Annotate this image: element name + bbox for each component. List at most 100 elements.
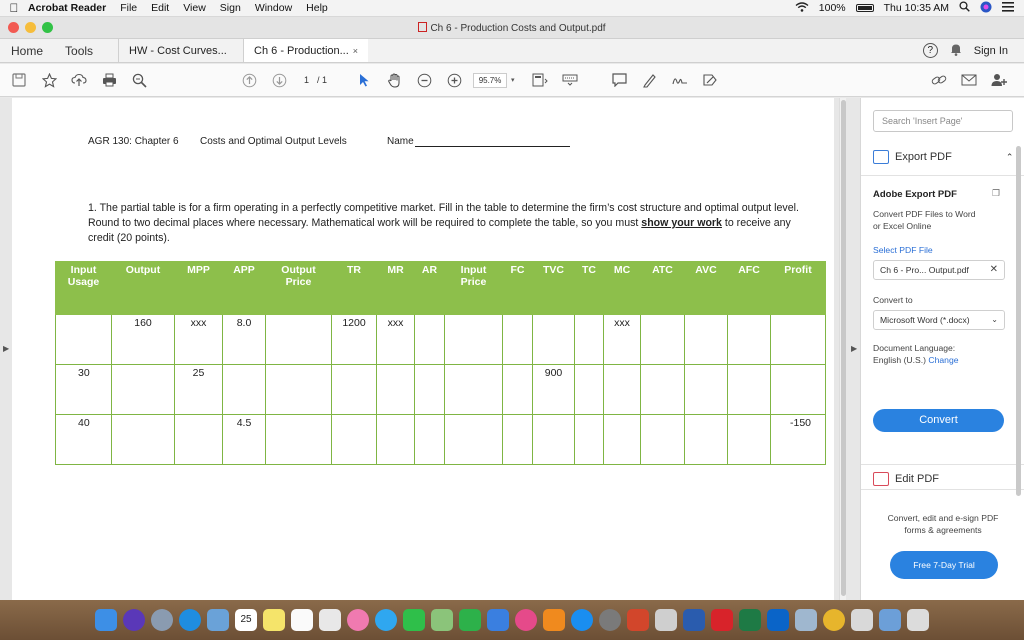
highlight-icon[interactable] bbox=[635, 69, 665, 91]
fill-sign-icon[interactable] bbox=[695, 69, 725, 91]
table-cell[interactable] bbox=[640, 414, 685, 465]
menu-app-name[interactable]: Acrobat Reader bbox=[28, 2, 106, 14]
table-cell[interactable]: 4.5 bbox=[222, 414, 266, 465]
table-cell[interactable] bbox=[444, 364, 503, 415]
notification-bell-icon[interactable] bbox=[950, 43, 962, 59]
maps-icon[interactable] bbox=[431, 609, 453, 631]
keyboard-icon[interactable] bbox=[555, 69, 585, 91]
mail-icon[interactable] bbox=[954, 69, 984, 91]
table-cell[interactable]: 8.0 bbox=[222, 314, 266, 365]
table-cell[interactable] bbox=[111, 414, 175, 465]
outlook-icon[interactable] bbox=[767, 609, 789, 631]
menu-sign[interactable]: Sign bbox=[220, 2, 241, 14]
notification-center-icon[interactable] bbox=[1002, 1, 1014, 15]
table-cell[interactable] bbox=[111, 364, 175, 415]
copy-icon[interactable]: ❐ bbox=[992, 188, 1000, 199]
app-store-icon[interactable] bbox=[571, 609, 593, 631]
powerpoint-icon[interactable] bbox=[627, 609, 649, 631]
battery-icon[interactable] bbox=[855, 4, 874, 12]
remove-file-icon[interactable]: ✕ bbox=[990, 264, 998, 275]
table-cell[interactable]: 160 bbox=[111, 314, 175, 365]
zoom-level-select[interactable]: 95.7% bbox=[473, 72, 508, 88]
table-cell[interactable] bbox=[574, 364, 604, 415]
menu-view[interactable]: View bbox=[183, 2, 206, 14]
menu-window[interactable]: Window bbox=[255, 2, 292, 14]
table-cell[interactable] bbox=[55, 314, 112, 365]
close-tab-icon[interactable]: × bbox=[353, 46, 358, 56]
table-cell[interactable] bbox=[265, 414, 332, 465]
menubar-clock[interactable]: Thu 10:35 AM bbox=[884, 2, 949, 14]
excel-icon[interactable] bbox=[739, 609, 761, 631]
table-cell[interactable] bbox=[331, 414, 377, 465]
trash-icon[interactable] bbox=[907, 609, 929, 631]
upload-icon[interactable] bbox=[64, 69, 94, 91]
menu-file[interactable]: File bbox=[120, 2, 137, 14]
edit-pdf-tool[interactable]: Edit PDF bbox=[873, 472, 939, 486]
document-tab-cost-curves[interactable]: HW - Cost Curves... bbox=[118, 39, 243, 62]
keynote-icon[interactable] bbox=[487, 609, 509, 631]
convert-button[interactable]: Convert bbox=[873, 409, 1004, 432]
numbers-icon[interactable] bbox=[459, 609, 481, 631]
table-cell[interactable]: 30 bbox=[55, 364, 112, 415]
star-icon[interactable] bbox=[34, 69, 64, 91]
table-cell[interactable] bbox=[684, 414, 728, 465]
table-cell[interactable] bbox=[640, 364, 685, 415]
tools-tab[interactable]: Tools bbox=[54, 39, 104, 62]
trackpad-icon[interactable] bbox=[655, 609, 677, 631]
table-cell[interactable]: 900 bbox=[532, 364, 575, 415]
table-cell[interactable] bbox=[444, 314, 503, 365]
zoom-out-icon[interactable] bbox=[409, 69, 439, 91]
scrollbar-thumb[interactable] bbox=[841, 100, 846, 596]
table-cell[interactable] bbox=[265, 314, 332, 365]
sign-in-link[interactable]: Sign In bbox=[974, 45, 1008, 57]
select-pdf-file-link[interactable]: Select PDF File bbox=[873, 244, 933, 256]
chrome-icon[interactable] bbox=[823, 609, 845, 631]
document-scrollbar[interactable] bbox=[839, 98, 846, 600]
menu-edit[interactable]: Edit bbox=[151, 2, 169, 14]
downloads-icon[interactable] bbox=[851, 609, 873, 631]
table-cell[interactable] bbox=[502, 364, 533, 415]
select-arrow-icon[interactable] bbox=[349, 69, 379, 91]
table-cell[interactable] bbox=[640, 314, 685, 365]
convert-format-select[interactable]: Microsoft Word (*.docx) ⌄ bbox=[873, 310, 1005, 330]
table-cell[interactable] bbox=[727, 414, 771, 465]
table-cell[interactable] bbox=[502, 314, 533, 365]
page-down-icon[interactable] bbox=[264, 69, 294, 91]
apple-icon[interactable]:  bbox=[0, 1, 28, 15]
table-cell[interactable] bbox=[532, 414, 575, 465]
page-up-icon[interactable] bbox=[234, 69, 264, 91]
books-icon[interactable] bbox=[543, 609, 565, 631]
table-cell[interactable] bbox=[684, 314, 728, 365]
table-cell[interactable] bbox=[603, 364, 641, 415]
facetime-icon[interactable] bbox=[403, 609, 425, 631]
zoom-in-icon[interactable] bbox=[439, 69, 469, 91]
table-cell[interactable] bbox=[684, 364, 728, 415]
comment-icon[interactable] bbox=[605, 69, 635, 91]
folder-icon[interactable] bbox=[879, 609, 901, 631]
word-icon[interactable] bbox=[683, 609, 705, 631]
notes-icon[interactable] bbox=[263, 609, 285, 631]
print-icon[interactable] bbox=[94, 69, 124, 91]
home-tab[interactable]: Home bbox=[0, 39, 54, 62]
hand-icon[interactable] bbox=[379, 69, 409, 91]
photos-wheel-icon[interactable] bbox=[319, 609, 341, 631]
add-user-icon[interactable] bbox=[984, 69, 1014, 91]
fit-page-icon[interactable] bbox=[525, 69, 555, 91]
right-panel-toggle-icon[interactable]: ▶ bbox=[851, 344, 857, 353]
collapse-chevron-icon[interactable]: ⌃ bbox=[1006, 152, 1014, 163]
table-cell[interactable] bbox=[444, 414, 503, 465]
launchpad-icon[interactable] bbox=[151, 609, 173, 631]
wifi-icon[interactable] bbox=[795, 1, 809, 15]
zoom-dropdown-icon[interactable]: ▾ bbox=[511, 76, 515, 84]
table-cell[interactable] bbox=[770, 364, 826, 415]
left-panel-toggle-icon[interactable]: ▶ bbox=[3, 344, 9, 353]
table-cell[interactable] bbox=[727, 364, 771, 415]
table-cell[interactable] bbox=[265, 364, 332, 415]
preview-icon[interactable] bbox=[795, 609, 817, 631]
table-cell[interactable]: 40 bbox=[55, 414, 112, 465]
table-cell[interactable] bbox=[770, 314, 826, 365]
right-pane-scrollbar[interactable] bbox=[1016, 146, 1021, 496]
table-cell[interactable] bbox=[222, 364, 266, 415]
table-cell[interactable] bbox=[603, 414, 641, 465]
reminders-icon[interactable] bbox=[291, 609, 313, 631]
